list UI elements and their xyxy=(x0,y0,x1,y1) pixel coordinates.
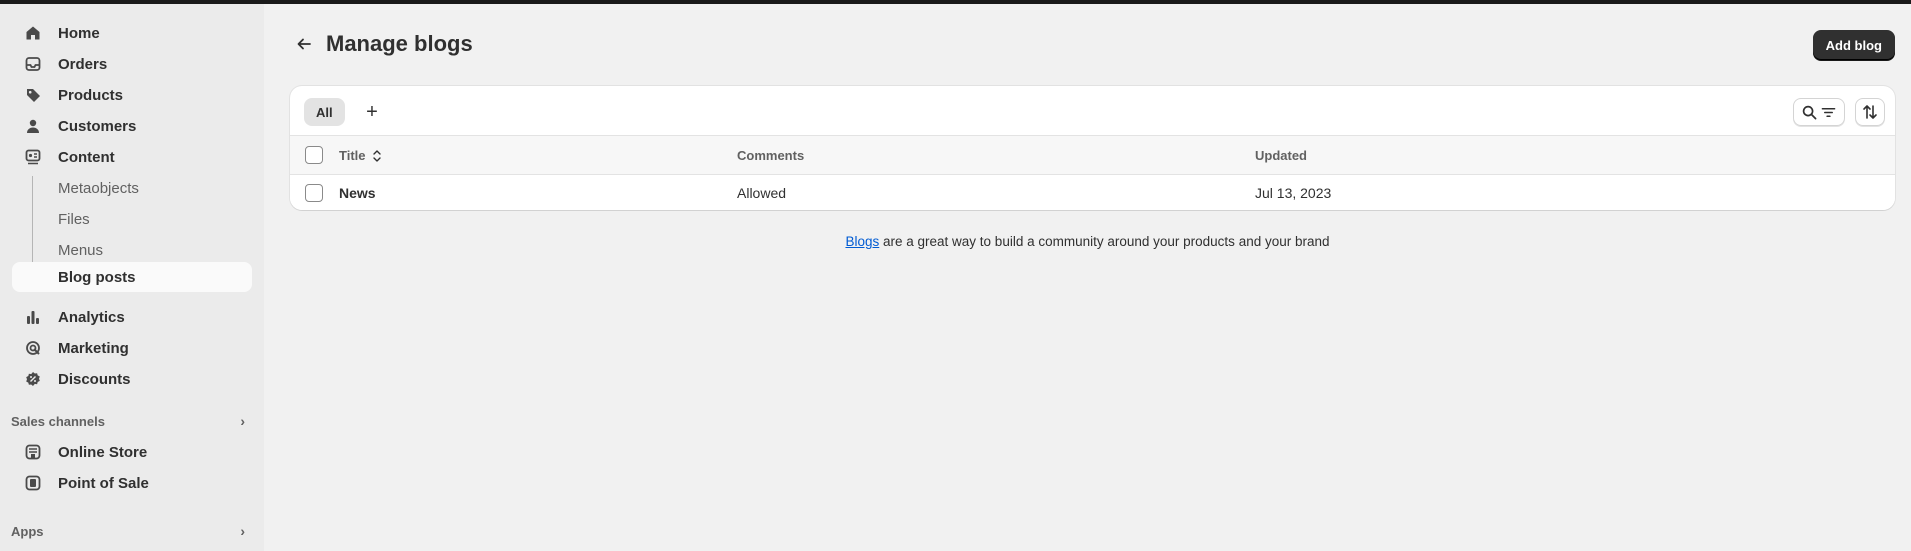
sidebar-item-label: Metaobjects xyxy=(58,179,139,197)
sidebar-item-label: Home xyxy=(58,24,100,42)
sidebar-item-files[interactable]: Files xyxy=(12,204,252,234)
sidebar-item-label: Marketing xyxy=(58,339,129,357)
person-icon xyxy=(24,117,42,135)
sidebar-item-products[interactable]: Products xyxy=(12,80,252,110)
chevron-right-icon: › xyxy=(240,523,245,539)
tabs-bar: All + xyxy=(290,86,1895,136)
sidebar-item-orders[interactable]: Orders xyxy=(12,49,252,79)
sidebar-item-label: Discounts xyxy=(58,370,131,388)
add-view-button[interactable]: + xyxy=(358,98,386,126)
sort-button[interactable] xyxy=(1855,98,1885,126)
row-updated: Jul 13, 2023 xyxy=(1255,185,1332,201)
tag-icon xyxy=(24,86,42,104)
main-content: Manage blogs Add blog All + Title Commen… xyxy=(264,4,1911,551)
filter-icon xyxy=(1821,107,1836,117)
sidebar-item-label: Menus xyxy=(58,241,104,259)
page-title: Manage blogs xyxy=(326,31,473,56)
sidebar-item-label: Analytics xyxy=(58,308,125,326)
column-comments: Comments xyxy=(737,148,805,163)
column-title-label: Title xyxy=(339,148,366,163)
row-comments: Allowed xyxy=(737,185,787,201)
sidebar-item-marketing[interactable]: Marketing xyxy=(12,333,252,363)
search-filter-button[interactable] xyxy=(1793,98,1845,126)
target-icon xyxy=(24,339,42,357)
sidebar-item-label: Content xyxy=(58,148,115,166)
footer-note-text: are a great way to build a community aro… xyxy=(879,234,1330,249)
footer-note: Blogs are a great way to build a communi… xyxy=(264,234,1911,249)
arrow-left-icon xyxy=(297,38,311,50)
content-icon xyxy=(24,148,42,166)
apps-label: Apps xyxy=(11,523,44,539)
sidebar-item-content[interactable]: Content xyxy=(12,142,252,172)
sidebar-item-metaobjects[interactable]: Metaobjects xyxy=(12,173,252,203)
sales-channels-label: Sales channels xyxy=(11,413,105,429)
sidebar-item-label: Products xyxy=(58,86,124,104)
search-icon xyxy=(1802,105,1817,119)
apps-header[interactable]: Apps › xyxy=(11,519,251,543)
chevron-right-icon: › xyxy=(240,413,245,429)
sidebar-item-discounts[interactable]: Discounts xyxy=(12,364,252,394)
sidebar-item-online-store[interactable]: Online Store xyxy=(12,437,252,467)
blogs-table-card: All + Title Comments Updated News Allowe… xyxy=(290,86,1895,210)
discount-icon xyxy=(24,370,42,388)
sidebar: Home Orders Products Customers Content ›… xyxy=(0,4,264,551)
table-row[interactable]: News Allowed Jul 13, 2023 xyxy=(290,175,1895,210)
column-title[interactable]: Title xyxy=(339,148,382,163)
table-header-row: Title Comments Updated xyxy=(290,136,1895,175)
sidebar-item-label: Online Store xyxy=(58,443,148,461)
sidebar-item-menus[interactable]: Menus xyxy=(12,235,252,265)
row-title[interactable]: News xyxy=(339,185,376,201)
sort-arrows-icon xyxy=(372,149,381,162)
tab-all[interactable]: All xyxy=(304,98,345,126)
sidebar-item-label: Orders xyxy=(58,55,108,73)
store-icon xyxy=(24,443,42,461)
sidebar-item-label: Files xyxy=(58,210,90,228)
sidebar-item-point-of-sale[interactable]: Point of Sale xyxy=(12,468,252,498)
inbox-icon xyxy=(24,55,42,73)
back-button[interactable] xyxy=(292,32,316,56)
row-checkbox[interactable] xyxy=(305,184,323,202)
sidebar-item-label: Customers xyxy=(58,117,137,135)
home-icon xyxy=(24,24,42,42)
sidebar-item-label: Blog posts xyxy=(58,268,136,286)
pos-icon xyxy=(24,474,42,492)
select-all-checkbox[interactable] xyxy=(305,146,323,164)
sidebar-item-blog-posts[interactable]: Blog posts xyxy=(12,262,252,292)
sidebar-item-label: Point of Sale xyxy=(58,474,149,492)
column-updated: Updated xyxy=(1255,148,1307,163)
blogs-link[interactable]: Blogs xyxy=(845,234,879,249)
sort-icon xyxy=(1863,105,1877,119)
sidebar-item-analytics[interactable]: Analytics xyxy=(12,302,252,332)
bar-chart-icon xyxy=(24,308,42,326)
sales-channels-header[interactable]: Sales channels › xyxy=(11,409,251,433)
sidebar-item-customers[interactable]: Customers xyxy=(12,111,252,141)
sidebar-item-home[interactable]: Home xyxy=(12,18,252,48)
add-blog-button[interactable]: Add blog xyxy=(1812,30,1895,60)
